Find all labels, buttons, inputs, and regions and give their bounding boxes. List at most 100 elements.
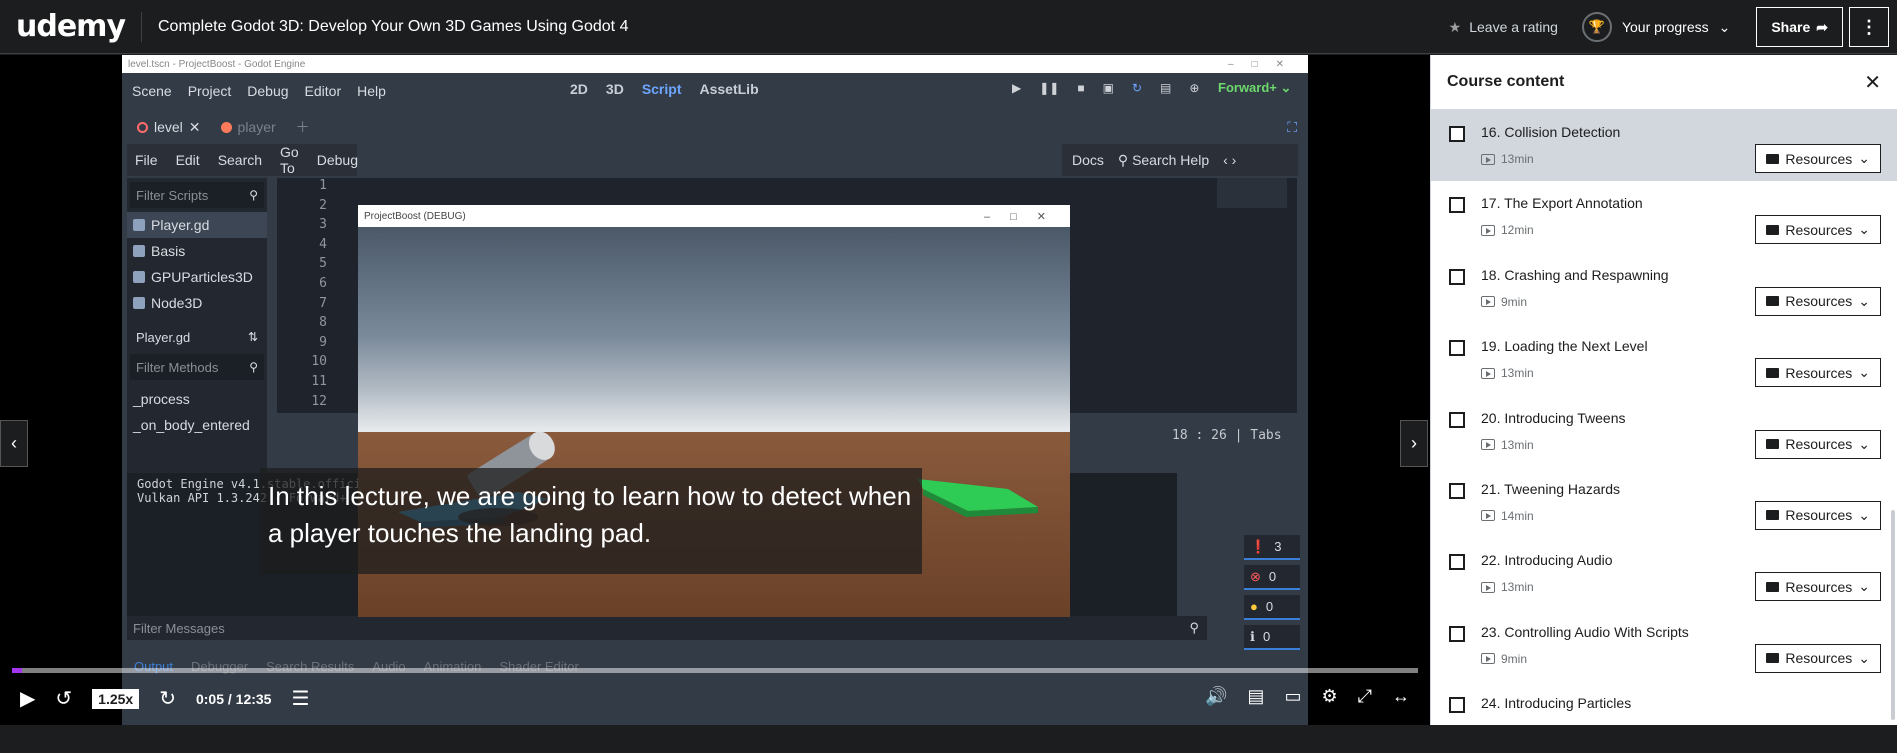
lecture-checkbox[interactable] [1449,268,1465,285]
transcript-icon[interactable]: ▤ [1247,686,1264,707]
trophy-icon: 🏆 [1581,12,1612,42]
lecture-item[interactable]: 20. Introducing Tweens 13min Resources ⌄ [1431,396,1897,467]
line-numbers: 123 456 789 10 11 12 [311,178,327,409]
video-icon [1481,367,1495,379]
workspace-3d: 3D [605,81,624,97]
menu-debug: Debug [247,82,289,99]
resources-button[interactable]: Resources ⌄ [1755,144,1881,173]
seek-bar[interactable] [12,668,1418,673]
lecture-item[interactable]: 23. Controlling Audio With Scripts 9min Re… [1431,610,1897,681]
workspace-switcher: 2D 3D Script AssetLib [570,81,759,97]
chevron-left-icon: ‹ [11,433,17,453]
add-note-icon[interactable]: ☰ [291,686,309,711]
landing-pad [918,479,1038,511]
method-item: _on_body_entered [133,417,250,433]
resources-button[interactable]: Resources ⌄ [1755,286,1881,316]
lecture-checkbox[interactable] [1449,197,1465,214]
lecture-title: 19. Loading the Next Level [1481,338,1648,355]
cursor-status: 18 : 26 | Tabs [1172,428,1282,443]
leave-rating-button[interactable]: ★ Leave a rating [1449,19,1558,36]
next-lecture-button[interactable]: › [1400,420,1428,467]
resources-button[interactable]: Resources ⌄ [1755,429,1881,459]
lecture-checkbox[interactable] [1449,625,1465,642]
settings-gear-icon[interactable]: ⚙ [1321,686,1337,707]
doc-icon [133,245,145,257]
playback-controls-left: ▶ ↺ 1.25x ↻ 0:05 / 12:35 ☰ [20,686,309,711]
your-progress-button[interactable]: 🏆 Your progress ⌄ [1581,12,1730,42]
folder-icon [1766,367,1780,378]
scene-icon [137,121,148,133]
udemy-logo[interactable]: udemy [16,9,126,44]
volume-icon[interactable]: 🔊 [1205,686,1227,707]
folder-icon [1766,153,1780,164]
tab-level: level ✕ [127,119,211,136]
resources-button[interactable]: Resources ⌄ [1755,572,1881,602]
time-display: 0:05 / 12:35 [195,690,272,707]
lecture-item[interactable]: 22. Introducing Audio 13min Resources ⌄ [1431,538,1897,609]
script-menu-file: File [135,152,158,168]
warning-count: ● 0 [1244,595,1300,620]
divider [141,11,142,42]
chevron-down-icon: ⌄ [1858,221,1870,238]
sort-icon: ⇅ [247,330,258,344]
lecture-item[interactable]: 19. Loading the Next Level 13min Resources… [1431,324,1897,395]
docs-link: Docs [1072,152,1104,168]
folder-icon [1766,653,1780,664]
video-icon [1481,653,1495,665]
movie-icon: ▤ [1160,81,1172,95]
reload-icon: ↻ [1131,81,1142,95]
lecture-checkbox[interactable] [1449,482,1465,499]
code-minimap [1217,178,1287,208]
play-icon[interactable]: ▶ [20,686,35,711]
lecture-checkbox[interactable] [1449,697,1465,714]
run-controls: ▶ ❚❚ ■ ▣ ↻ ▤ ⊕ [1012,81,1199,95]
previous-lecture-button[interactable]: ‹ [0,420,28,467]
expand-icon[interactable]: ↔ [1392,686,1410,707]
debug-window-titlebar: ProjectBoost (DEBUG) –□✕ [358,205,1070,227]
lecture-duration: 13min [1481,438,1534,452]
method-list: _process _on_body_entered [127,386,267,438]
more-options-icon[interactable]: ⋮ [1849,7,1889,47]
workspace-assetlib: AssetLib [699,81,759,97]
resources-button[interactable]: Resources ⌄ [1755,500,1881,530]
lecture-checkbox[interactable] [1449,554,1465,571]
playback-speed-button[interactable]: 1.25x [92,688,140,709]
resources-button[interactable]: Resources ⌄ [1755,643,1881,673]
chevron-down-icon: ⌄ [1858,506,1870,523]
close-icon[interactable]: ✕ [1864,70,1881,95]
course-content-sidebar: Course content ✕ 16. Collision Detection… [1430,55,1897,725]
sidebar-scrollbar[interactable] [1891,510,1895,720]
lecture-checkbox[interactable] [1449,126,1465,142]
zoom-icon: ⊕ [1189,81,1200,95]
folder-icon [1766,510,1780,521]
menu-help: Help [357,82,386,99]
forward-icon[interactable]: ↻ [159,686,176,711]
fullscreen-icon[interactable]: ⤢ [1358,686,1372,707]
rewind-icon[interactable]: ↺ [55,686,72,711]
course-title[interactable]: Complete Godot 3D: Develop Your Own 3D G… [158,18,628,36]
captions-icon[interactable]: ▭ [1284,686,1301,707]
lecture-checkbox[interactable] [1449,411,1465,428]
folder-icon [1766,296,1780,307]
resources-button[interactable]: Resources ⌄ [1755,358,1881,388]
share-button[interactable]: Share ➦ [1756,7,1843,47]
lecture-checkbox[interactable] [1449,340,1465,357]
video-player[interactable]: level.tscn - ProjectBoost - Godot Engine… [0,55,1430,725]
lecture-item[interactable]: 24. Introducing Particles [1431,681,1897,752]
godot-window-titlebar: level.tscn - ProjectBoost - Godot Engine… [122,55,1308,73]
lecture-item[interactable]: 21. Tweening Hazards 14min Resources ⌄ [1431,467,1897,538]
lecture-item[interactable]: 18. Crashing and Respawning 9min Resources… [1431,253,1897,324]
message-counts: ❗ 3 ⊗ 0 ● 0 ℹ0 [1244,535,1300,650]
lecture-title: 18. Crashing and Respawning [1481,266,1669,283]
lecture-item[interactable]: 17. The Export Annotation 12min Resources ⌄ [1431,181,1897,252]
lecture-item[interactable]: 16. Collision Detection 13min Resources ⌄ [1431,110,1897,182]
script-list: Player.gd Basis GPUParticles3D Node3D [127,212,267,316]
resources-button[interactable]: Resources ⌄ [1755,215,1881,245]
search-icon: ⚲ [249,360,258,374]
chevron-down-icon: ⌄ [1858,649,1870,666]
method-item: _process [133,391,190,407]
script-item: Node3D [127,290,267,316]
script-item: Basis [127,238,267,264]
tab-player-label: player [237,119,276,135]
doc-icon [133,271,145,283]
